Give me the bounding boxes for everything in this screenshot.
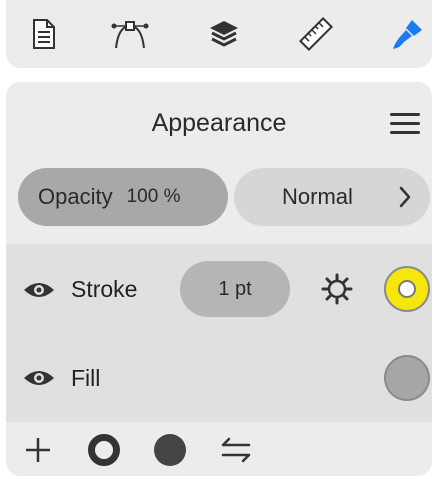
stroke-color-swatch[interactable] [384, 266, 430, 312]
fill-circle-icon[interactable] [150, 430, 190, 470]
top-toolbar [6, 0, 432, 68]
stroke-row: Stroke 1 pt [6, 244, 432, 334]
stroke-ring-icon[interactable] [84, 430, 124, 470]
fill-visibility-eye-icon[interactable] [22, 368, 56, 388]
add-icon[interactable] [18, 430, 58, 470]
fill-row: Fill [6, 334, 432, 422]
blend-mode-selector[interactable]: Normal [234, 168, 430, 226]
stroke-swatch-center [398, 280, 416, 298]
chevron-right-icon [399, 186, 411, 208]
opacity-control[interactable]: Opacity 100 % [18, 168, 228, 226]
stroke-label: Stroke [71, 276, 138, 302]
fill-label: Fill [71, 365, 101, 391]
opacity-value: 100 % [126, 186, 181, 207]
appearance-panel: Appearance Opacity 100 % Normal Stroke 1… [6, 82, 432, 476]
panel-header: Appearance [6, 82, 432, 166]
gear-icon[interactable] [320, 272, 354, 306]
document-icon[interactable] [24, 14, 64, 54]
swap-icon[interactable] [216, 430, 256, 470]
fill-color-swatch[interactable] [384, 355, 430, 401]
vector-path-icon[interactable] [110, 14, 150, 54]
stroke-weight-button[interactable]: 1 pt [180, 261, 290, 317]
brush-icon[interactable] [388, 14, 428, 54]
layers-icon[interactable] [204, 14, 244, 54]
blend-mode-value: Normal [282, 184, 353, 209]
panel-footer [6, 422, 432, 476]
stroke-visibility-eye-icon[interactable] [22, 280, 56, 300]
opacity-label: Opacity [38, 184, 113, 209]
panel-title: Appearance [151, 109, 287, 137]
ruler-icon[interactable] [296, 14, 336, 54]
hamburger-menu-icon[interactable] [388, 110, 422, 138]
